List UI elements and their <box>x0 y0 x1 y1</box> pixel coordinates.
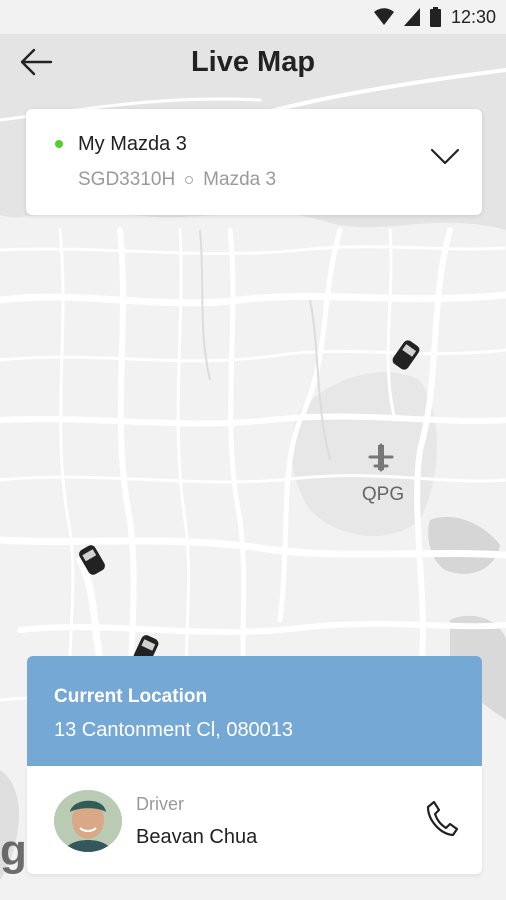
driver-label: Driver <box>136 794 184 814</box>
battery-icon <box>429 7 441 27</box>
airport-label: QPG <box>362 484 404 505</box>
separator-dot <box>185 176 194 184</box>
status-icons: 12:30 <box>373 5 496 29</box>
current-location-card: Current Location 13 Cantonment Cl, 08001… <box>27 656 482 766</box>
page-title: Live Map <box>190 46 316 78</box>
driver-card: Driver Beavan Chua <box>27 766 482 874</box>
wifi-icon <box>373 8 394 25</box>
vehicle-model: Mazda 3 <box>203 169 277 190</box>
current-location-address: 13 Cantonment Cl, 080013 <box>54 719 294 741</box>
signal-icon <box>403 8 420 26</box>
current-location-label: Current Location <box>54 686 208 707</box>
map-logo-watermark: g <box>0 826 27 875</box>
vehicle-meta: SGD3310H Mazda 3 <box>78 169 276 191</box>
driver-avatar <box>54 790 122 852</box>
app-bar: Live Map <box>0 34 506 96</box>
vehicle-plate: SGD3310H <box>78 169 176 190</box>
phone-icon <box>426 800 459 837</box>
expand-vehicle-button[interactable] <box>428 145 466 175</box>
vehicle-name: My Mazda 3 <box>78 133 187 155</box>
status-bar: 12:30 <box>0 0 506 34</box>
call-driver-button[interactable] <box>424 798 460 838</box>
online-status-dot <box>55 140 63 148</box>
vehicle-selector-card[interactable]: My Mazda 3 SGD3310H Mazda 3 <box>26 109 482 215</box>
status-time: 12:30 <box>450 6 496 27</box>
chevron-down-icon <box>430 148 460 165</box>
driver-name: Beavan Chua <box>136 826 258 848</box>
